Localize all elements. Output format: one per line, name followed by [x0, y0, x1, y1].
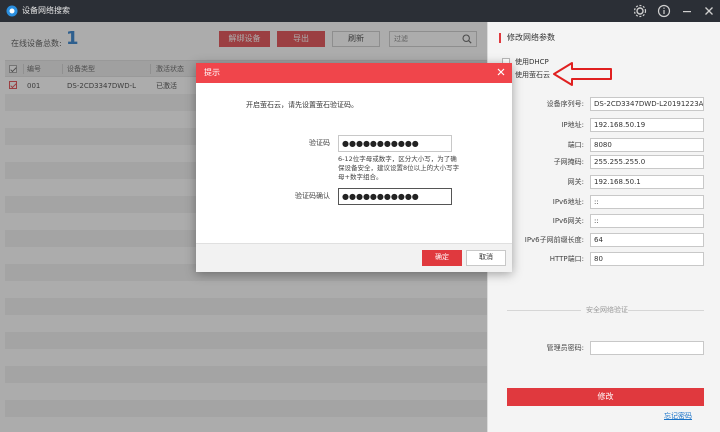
- confirm-code-field[interactable]: ●●●●●●●●●●●: [338, 188, 452, 205]
- app-logo-icon: [6, 5, 18, 17]
- dialog-description: 开启萤石云，请先设置萤石验证码。: [246, 101, 358, 109]
- http-port-field[interactable]: 80: [590, 252, 704, 266]
- ip-address-field[interactable]: 192.168.50.19: [590, 118, 704, 132]
- modify-button[interactable]: 修改: [507, 388, 704, 406]
- panel-title: 修改网络参数: [499, 33, 555, 43]
- dhcp-label: 使用DHCP: [515, 58, 549, 66]
- ok-button[interactable]: 确定: [422, 250, 462, 266]
- ipv6-address-field[interactable]: ::: [590, 195, 704, 209]
- ezviz-cloud-label: 使用萤石云: [515, 71, 550, 79]
- settings-gear-icon[interactable]: [632, 3, 648, 19]
- ipv6-prefix-field[interactable]: 64: [590, 233, 704, 247]
- admin-password-field[interactable]: [590, 341, 704, 355]
- window-titlebar: 设备网络搜索: [0, 0, 720, 22]
- info-icon[interactable]: [656, 3, 672, 19]
- annotation-arrow-icon: [553, 62, 612, 86]
- cancel-button[interactable]: 取消: [466, 250, 506, 266]
- minimize-icon[interactable]: [679, 3, 695, 19]
- port-field[interactable]: 8080: [590, 138, 704, 152]
- gateway-field[interactable]: 192.168.50.1: [590, 175, 704, 189]
- subnet-mask-field[interactable]: 255.255.255.0: [590, 155, 704, 169]
- admin-password-label: 管理员密码:: [546, 344, 584, 352]
- section-divider: [507, 310, 581, 311]
- dialog-footer: 确定 取消: [196, 243, 512, 272]
- verification-code-field[interactable]: ●●●●●●●●●●●: [338, 135, 452, 152]
- section-divider: [628, 310, 704, 311]
- confirm-code-label: 验证码确认: [295, 192, 330, 200]
- forgot-password-link[interactable]: 忘记密码: [664, 411, 692, 421]
- window-title: 设备网络搜索: [22, 6, 70, 15]
- close-window-icon[interactable]: [701, 3, 717, 19]
- code-label: 验证码: [309, 139, 330, 147]
- serial-field[interactable]: DS-2CD3347DWD-L20191223AACH: [590, 97, 704, 111]
- ipv6-gateway-field[interactable]: ::: [590, 214, 704, 228]
- close-icon[interactable]: [495, 66, 507, 78]
- password-hint: 6-12位字母或数字，区分大小写，为了确保设备安全，建议设置8位以上的大小写字母…: [338, 155, 460, 181]
- dialog-header: 提示: [196, 63, 512, 83]
- security-section-label: 安全网络验证: [586, 306, 628, 314]
- ezviz-code-dialog: 提示 开启萤石云，请先设置萤石验证码。 验证码 ●●●●●●●●●●● 6-12…: [196, 63, 512, 272]
- dialog-title: 提示: [204, 68, 220, 77]
